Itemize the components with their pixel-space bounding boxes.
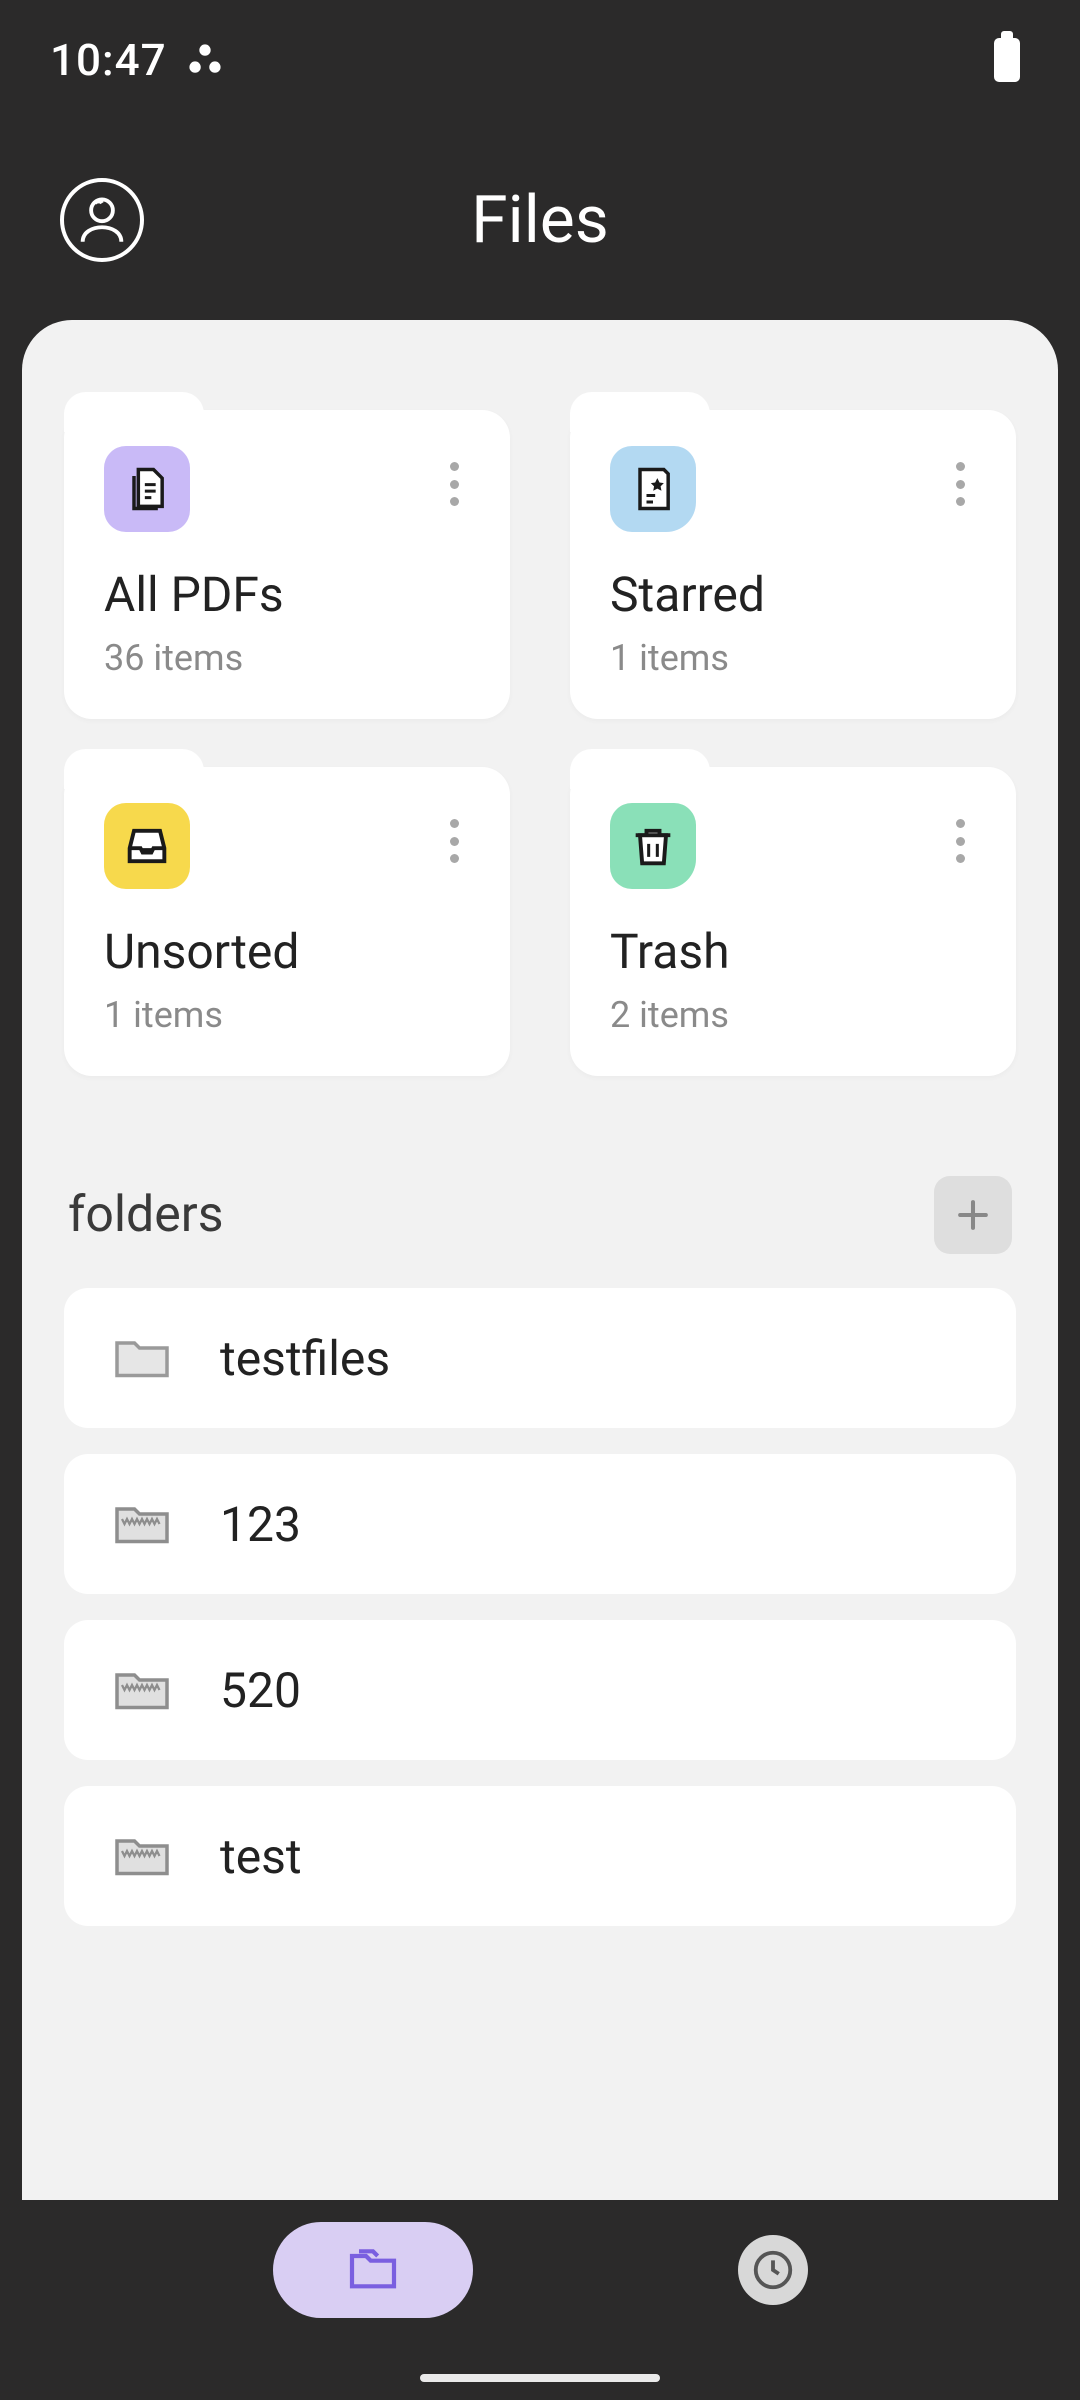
- more-icon[interactable]: [940, 456, 980, 512]
- category-trash[interactable]: Trash 2 items: [570, 767, 1016, 1076]
- status-left: 10:47: [50, 34, 225, 86]
- folder-icon: [112, 1332, 172, 1384]
- category-starred[interactable]: Starred 1 items: [570, 410, 1016, 719]
- bottom-nav: [0, 2210, 1080, 2330]
- more-icon[interactable]: [434, 456, 474, 512]
- add-folder-button[interactable]: [934, 1176, 1012, 1254]
- folder-name: 520: [220, 1662, 301, 1719]
- nav-files-button[interactable]: [273, 2222, 473, 2318]
- card-subtitle: 36 items: [104, 637, 470, 679]
- folder-item-testfiles[interactable]: testfiles: [64, 1288, 1016, 1428]
- folder-item-123[interactable]: 123: [64, 1454, 1016, 1594]
- folder-name: test: [220, 1828, 302, 1885]
- card-title: Unsorted: [104, 923, 470, 980]
- category-grid: All PDFs 36 items Starred 1 items: [64, 410, 1016, 1076]
- page-title: Files: [0, 182, 1080, 259]
- card-title: Trash: [610, 923, 976, 980]
- folder-icon: [112, 1498, 172, 1550]
- category-unsorted[interactable]: Unsorted 1 items: [64, 767, 510, 1076]
- app-header: Files: [0, 120, 1080, 320]
- card-subtitle: 2 items: [610, 994, 976, 1036]
- nav-recent-button[interactable]: [738, 2235, 808, 2305]
- folder-item-520[interactable]: 520: [64, 1620, 1016, 1760]
- avatar[interactable]: [60, 178, 144, 262]
- folders-section-title: folders: [68, 1186, 224, 1244]
- sync-icon: [185, 40, 225, 80]
- document-icon: [104, 446, 190, 532]
- folder-list: testfiles 123 520: [64, 1288, 1016, 1926]
- trash-icon: [610, 803, 696, 889]
- category-all-pdfs[interactable]: All PDFs 36 items: [64, 410, 510, 719]
- card-title: All PDFs: [104, 566, 470, 623]
- folder-icon: [112, 1830, 172, 1882]
- status-bar: 10:47: [0, 0, 1080, 120]
- inbox-icon: [104, 803, 190, 889]
- card-subtitle: 1 items: [104, 994, 470, 1036]
- folder-icon: [112, 1664, 172, 1716]
- status-time: 10:47: [50, 34, 167, 86]
- more-icon[interactable]: [434, 813, 474, 869]
- folder-name: 123: [220, 1496, 301, 1553]
- more-icon[interactable]: [940, 813, 980, 869]
- folder-name: testfiles: [220, 1330, 390, 1387]
- home-indicator[interactable]: [420, 2374, 660, 2382]
- star-icon: [610, 446, 696, 532]
- card-subtitle: 1 items: [610, 637, 976, 679]
- battery-icon: [994, 38, 1020, 82]
- main-sheet: All PDFs 36 items Starred 1 items: [22, 320, 1058, 2200]
- folders-section-header: folders: [64, 1176, 1016, 1254]
- folder-item-test[interactable]: test: [64, 1786, 1016, 1926]
- card-title: Starred: [610, 566, 976, 623]
